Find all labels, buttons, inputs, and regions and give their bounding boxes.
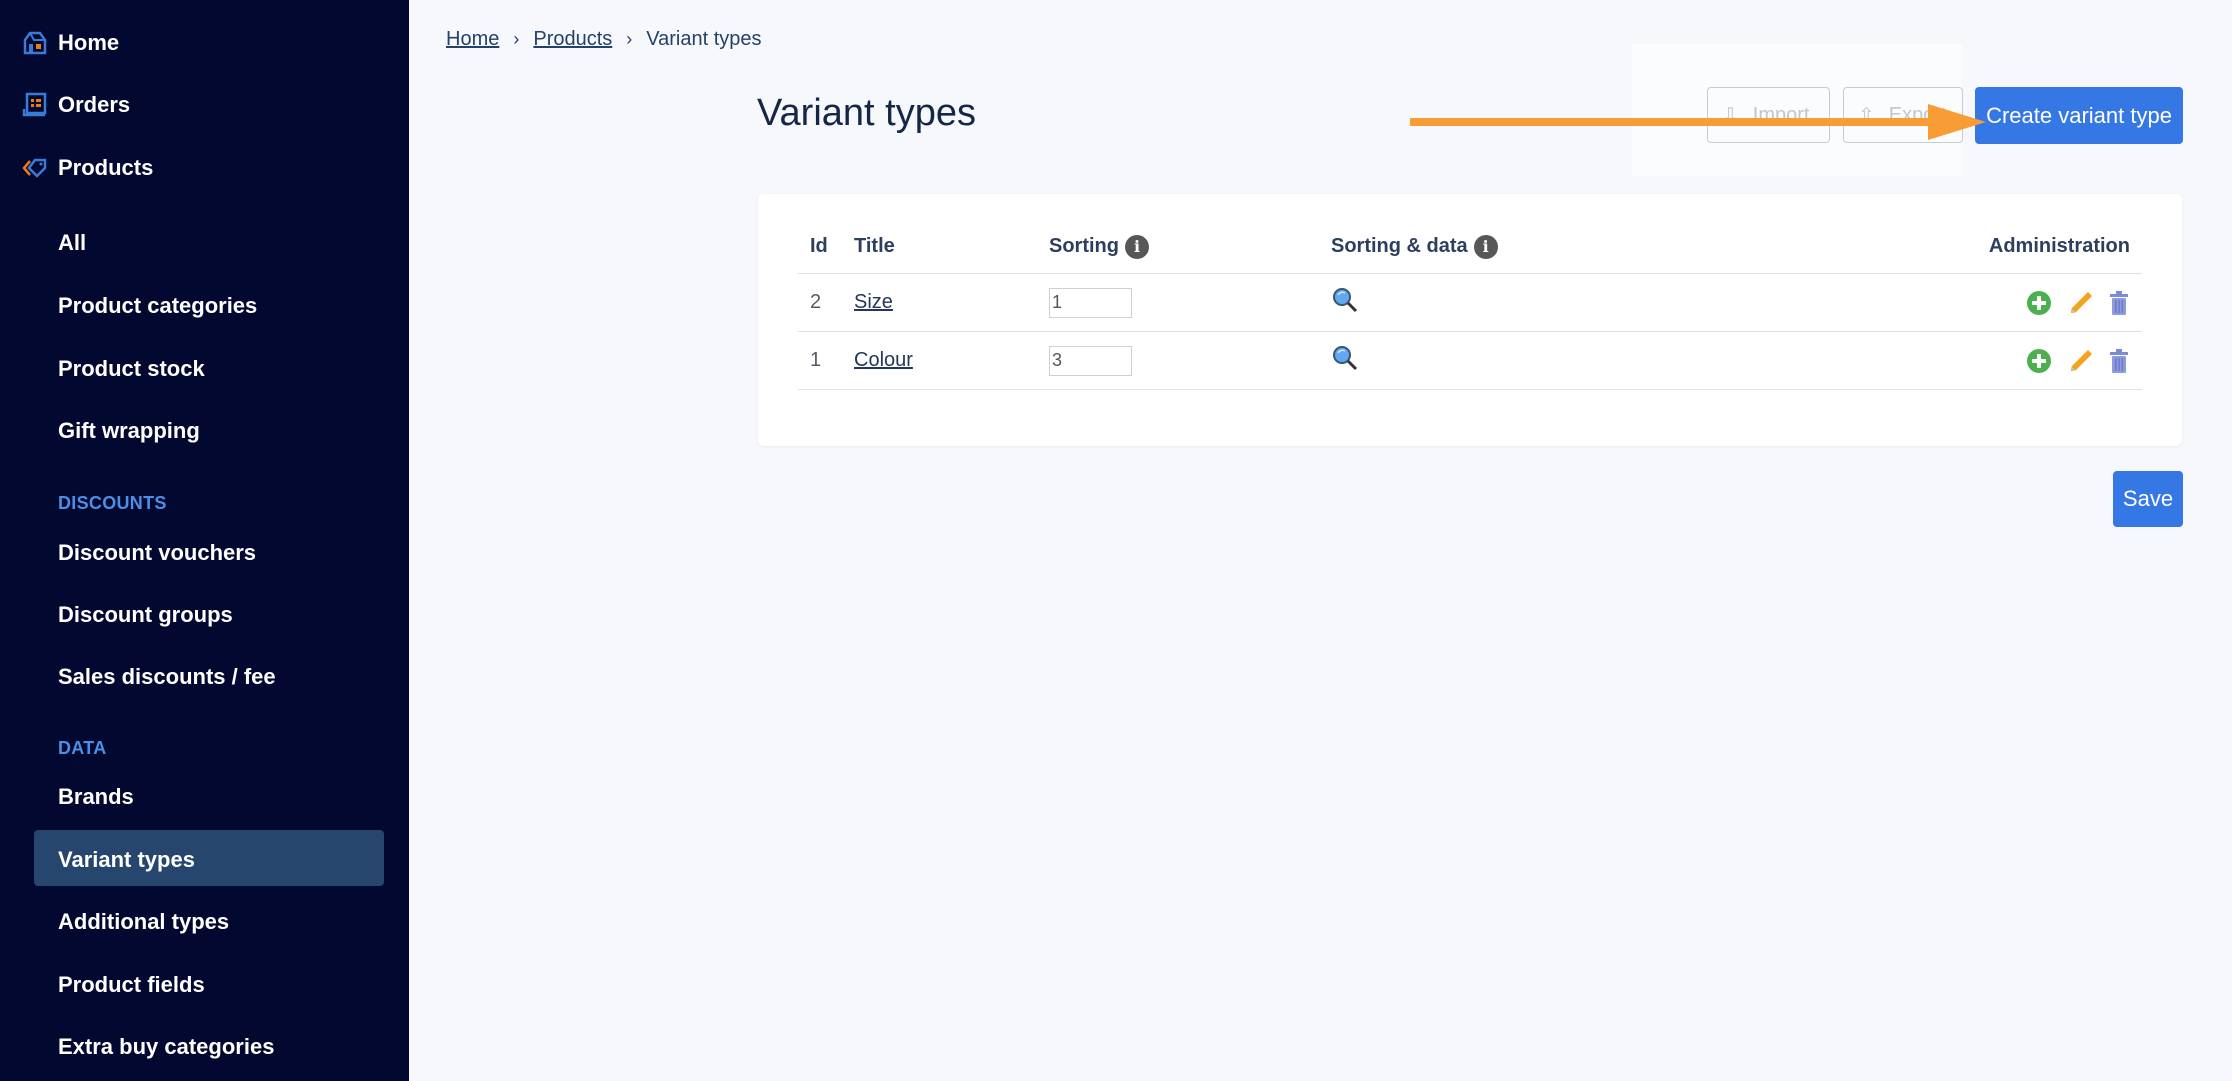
section-label-data: DATA	[58, 738, 107, 758]
sidebar-item-sales-discounts[interactable]: Sales discounts / fee	[58, 664, 276, 690]
variant-types-table: Id Title Sorting i Sorting & data i Admi…	[798, 220, 2142, 390]
sidebar-item-label: Home	[58, 30, 120, 55]
row-id: 1	[810, 349, 822, 371]
tag-icon	[22, 155, 48, 181]
info-icon[interactable]: i	[1125, 234, 1149, 259]
column-header-sorting-data-label: Sorting & data	[1331, 235, 1468, 257]
row-title-link[interactable]: Size	[854, 291, 893, 314]
sidebar-item-home[interactable]: Home	[22, 23, 119, 63]
sidebar-item-product-categories[interactable]: Product categories	[58, 293, 257, 319]
column-header-title[interactable]: Title	[854, 220, 895, 273]
column-header-sorting-data: Sorting & data i	[1331, 220, 1498, 273]
column-header-sorting: Sorting i	[1049, 220, 1149, 273]
column-header-administration: Administration	[1988, 235, 2130, 257]
table-row: 2 Size	[798, 274, 2142, 332]
table-header-row: Id Title Sorting i Sorting & data i Admi…	[798, 220, 2142, 274]
sidebar-item-brands[interactable]: Brands	[58, 784, 134, 810]
add-icon[interactable]	[2026, 290, 2052, 316]
column-header-id[interactable]: Id	[810, 220, 828, 273]
breadcrumb: Home › Products › Variant types	[446, 28, 762, 51]
add-icon[interactable]	[2026, 348, 2052, 374]
breadcrumb-current: Variant types	[646, 28, 762, 50]
sidebar-item-discount-groups[interactable]: Discount groups	[58, 602, 233, 628]
delete-trash-icon[interactable]	[2108, 290, 2130, 316]
sidebar-item-all[interactable]: All	[58, 230, 86, 256]
magnifier-icon[interactable]	[1331, 286, 1359, 320]
chevron-right-icon: ›	[626, 29, 633, 49]
edit-pencil-icon[interactable]	[2066, 347, 2094, 375]
chevron-right-icon: ›	[513, 29, 520, 49]
annotation-arrow-icon	[1410, 104, 1986, 140]
orders-icon	[22, 92, 48, 118]
magnifier-icon[interactable]	[1331, 344, 1359, 378]
sidebar-item-product-stock[interactable]: Product stock	[58, 356, 205, 382]
sidebar-item-label: Orders	[58, 92, 131, 117]
sidebar-item-orders[interactable]: Orders	[22, 85, 130, 125]
sidebar-item-products[interactable]: Products	[22, 148, 153, 188]
sidebar-item-additional-types[interactable]: Additional types	[58, 909, 229, 935]
sorting-input[interactable]	[1049, 287, 1132, 318]
section-label-discounts: DISCOUNTS	[58, 493, 167, 513]
page-title: Variant types	[757, 92, 976, 134]
variant-types-card: Id Title Sorting i Sorting & data i Admi…	[758, 194, 2182, 446]
row-title-link[interactable]: Colour	[854, 349, 913, 372]
sidebar-item-gift-wrapping[interactable]: Gift wrapping	[58, 418, 200, 444]
create-variant-type-button[interactable]: Create variant type	[1975, 87, 2183, 144]
sidebar-item-variant-types[interactable]: Variant types	[58, 847, 195, 873]
breadcrumb-home[interactable]: Home	[446, 28, 499, 51]
column-header-sorting-label: Sorting	[1049, 235, 1119, 257]
info-icon[interactable]: i	[1473, 234, 1498, 259]
sidebar: Home Orders Products All Product categor…	[0, 0, 409, 1081]
sidebar-item-product-fields[interactable]: Product fields	[58, 972, 205, 998]
sidebar-item-extra-buy-categories[interactable]: Extra buy categories	[58, 1034, 274, 1060]
table-row: 1 Colour	[798, 332, 2142, 390]
edit-pencil-icon[interactable]	[2066, 289, 2094, 317]
delete-trash-icon[interactable]	[2108, 348, 2130, 374]
save-button[interactable]: Save	[2113, 471, 2183, 527]
row-id: 2	[810, 291, 822, 313]
sorting-input[interactable]	[1049, 345, 1132, 376]
home-icon	[22, 30, 48, 56]
sidebar-item-discount-vouchers[interactable]: Discount vouchers	[58, 540, 256, 566]
sidebar-item-label: Products	[58, 155, 154, 180]
breadcrumb-products[interactable]: Products	[533, 28, 612, 51]
